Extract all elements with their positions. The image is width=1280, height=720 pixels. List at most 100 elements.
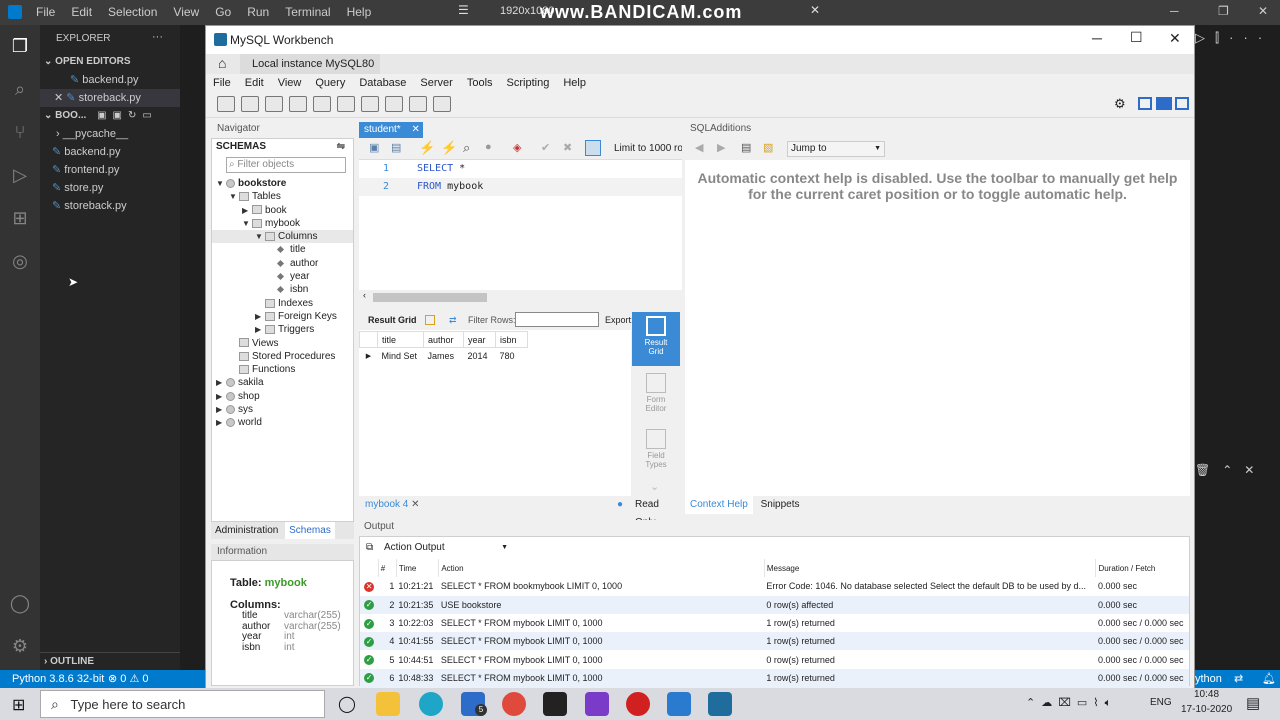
- home-icon[interactable]: ⌂: [218, 55, 226, 71]
- tree-caret-icon[interactable]: ▼: [216, 177, 226, 190]
- tree-item[interactable]: author: [212, 257, 353, 270]
- export-label[interactable]: Export:: [605, 310, 634, 330]
- workbench-menu-item[interactable]: Server: [413, 74, 459, 92]
- tree-item[interactable]: ▼ mybook: [212, 217, 353, 230]
- result-cell[interactable]: James: [424, 348, 464, 364]
- result-cell[interactable]: 780: [496, 348, 528, 364]
- query-tab[interactable]: student* ✕: [359, 122, 423, 138]
- tree-item[interactable]: ▼ Tables: [212, 190, 353, 203]
- limit-rows-select[interactable]: Limit to 1000 rows: [614, 143, 682, 154]
- workbench-taskbar-icon[interactable]: [708, 692, 732, 716]
- file-item[interactable]: ✎ backend.py: [40, 143, 180, 161]
- toggle-error-icon[interactable]: ◈: [513, 141, 521, 154]
- form-editor-button[interactable]: Form Editor: [632, 370, 680, 420]
- execute-current-icon[interactable]: ⚡: [441, 140, 457, 156]
- result-cell[interactable]: Mind Set: [378, 348, 424, 364]
- output-column-header[interactable]: #: [377, 559, 397, 578]
- windows-start-icon[interactable]: ⊞: [12, 695, 25, 715]
- file-item[interactable]: ✎ storeback.py: [40, 197, 180, 215]
- result-grid-label[interactable]: Result Grid: [368, 310, 417, 330]
- output-row[interactable]: ✓ 3 10:22:03 SELECT * FROM mybook LIMIT 0, …: [360, 614, 1189, 632]
- result-column-header[interactable]: title: [377, 331, 424, 348]
- tree-item[interactable]: ▼ bookstore: [212, 177, 353, 190]
- account-icon[interactable]: ◯: [0, 582, 40, 625]
- close-icon[interactable]: ✕: [1169, 30, 1181, 47]
- search-table-data-icon[interactable]: [409, 96, 427, 112]
- tree-caret-icon[interactable]: ▶: [255, 310, 265, 323]
- workbench-menu-item[interactable]: Scripting: [500, 74, 557, 92]
- search-icon[interactable]: ⌕: [0, 68, 40, 111]
- create-schema-icon[interactable]: [289, 96, 307, 112]
- vscode-menu-item[interactable]: Edit: [63, 0, 100, 25]
- menu-icon[interactable]: ☰: [458, 3, 469, 17]
- tree-item[interactable]: Stored Procedures: [212, 350, 353, 363]
- grid-icon[interactable]: [425, 315, 435, 325]
- open-file-icon[interactable]: ▣: [369, 141, 379, 154]
- output-row[interactable]: ✓ 2 10:21:35 USE bookstore 0 row(s) affected…: [360, 595, 1189, 614]
- close-icon[interactable]: ✕: [54, 92, 66, 104]
- tree-item[interactable]: ▶ shop: [212, 390, 353, 403]
- close-icon[interactable]: ✕: [411, 124, 419, 135]
- open-editor-item[interactable]: ✎ backend.py: [40, 71, 180, 89]
- tab-administration[interactable]: Administration: [211, 525, 282, 536]
- manual-help-icon[interactable]: ▤: [741, 141, 751, 154]
- workbench-menu-item[interactable]: Query: [308, 74, 352, 92]
- file-item[interactable]: › __pycache__: [40, 125, 180, 143]
- tree-item[interactable]: isbn: [212, 283, 353, 296]
- copy-icon[interactable]: ⧉: [366, 542, 373, 553]
- new-sql-tab-icon[interactable]: [217, 96, 235, 112]
- source-control-icon[interactable]: ⑂: [0, 111, 40, 154]
- vscode-menu-item[interactable]: Terminal: [277, 0, 338, 25]
- connection-tab[interactable]: Local instance MySQL80 ✕: [240, 54, 380, 90]
- system-tray-icons[interactable]: ⌃☁⌧▭⌇🔈︎: [1026, 696, 1117, 710]
- open-sql-script-icon[interactable]: [241, 96, 259, 112]
- tree-caret-icon[interactable]: ▼: [255, 230, 265, 243]
- extensions-icon[interactable]: ⊞: [0, 197, 40, 240]
- workbench-menu-item[interactable]: Tools: [460, 74, 500, 92]
- workbench-menu-item[interactable]: Help: [556, 74, 593, 92]
- tree-item[interactable]: ▶ world: [212, 416, 353, 429]
- vscode-menu-item[interactable]: Help: [339, 0, 380, 25]
- filter-rows-input[interactable]: [515, 312, 599, 327]
- settings-gear-icon[interactable]: ⚙: [0, 625, 40, 668]
- output-row[interactable]: ✓ 4 10:41:55 SELECT * FROM mybook LIMIT 0, …: [360, 632, 1189, 651]
- jump-to-select[interactable]: Jump to ▼: [787, 141, 885, 157]
- tree-caret-icon[interactable]: ▶: [216, 403, 226, 416]
- amazon-icon[interactable]: [543, 692, 567, 716]
- tree-item[interactable]: ▶ Foreign Keys: [212, 310, 353, 323]
- create-procedure-icon[interactable]: [361, 96, 379, 112]
- file-explorer-icon[interactable]: [376, 692, 400, 716]
- result-grid-button[interactable]: Result Grid: [632, 312, 680, 366]
- action-output-select[interactable]: Action Output ▼: [382, 540, 508, 556]
- tree-item[interactable]: ▶ book: [212, 204, 353, 217]
- chrome-icon[interactable]: [502, 692, 526, 716]
- rollback-icon[interactable]: ✖: [563, 141, 572, 154]
- tab-schemas[interactable]: Schemas: [285, 522, 335, 539]
- clock-date[interactable]: 17-10-2020: [1181, 704, 1232, 715]
- remote-icon[interactable]: ⇄: [1234, 670, 1243, 688]
- auto-help-icon[interactable]: ▧: [763, 141, 773, 154]
- maximize-icon[interactable]: ☐: [1130, 29, 1143, 46]
- toggle-secondary-sidebar-icon[interactable]: [1175, 97, 1189, 110]
- panel-actions[interactable]: 🗑︎⌃✕: [1195, 463, 1266, 477]
- create-table-icon[interactable]: [313, 96, 331, 112]
- vscode-menu-item[interactable]: Selection: [100, 0, 165, 25]
- result-column-header[interactable]: author: [423, 331, 464, 348]
- scrollbar-thumb[interactable]: [373, 293, 487, 302]
- open-editors-header[interactable]: ⌄ OPEN EDITORS: [40, 53, 180, 71]
- remote-icon[interactable]: ◎: [0, 240, 40, 283]
- tree-item[interactable]: Functions: [212, 363, 353, 376]
- tree-caret-icon[interactable]: ▶: [216, 416, 226, 429]
- vscode-taskbar-icon[interactable]: [667, 692, 691, 716]
- run-debug-icon[interactable]: ▷: [0, 154, 40, 197]
- inspector-icon[interactable]: [265, 96, 283, 112]
- tab-context-help[interactable]: Context Help: [685, 496, 753, 514]
- output-row[interactable]: ✓ 6 10:48:33 SELECT * FROM mybook LIMIT 0, …: [360, 668, 1189, 688]
- input-language[interactable]: ENG: [1150, 697, 1172, 708]
- stop-icon[interactable]: ●: [485, 141, 492, 153]
- tree-caret-icon[interactable]: ▶: [242, 204, 252, 217]
- tree-caret-icon[interactable]: ▼: [242, 217, 252, 230]
- language-mode[interactable]: ython: [1195, 670, 1222, 688]
- vscode-menu-item[interactable]: View: [165, 0, 207, 25]
- output-row[interactable]: ✓ 5 10:44:51 SELECT * FROM mybook LIMIT 0, …: [360, 650, 1189, 668]
